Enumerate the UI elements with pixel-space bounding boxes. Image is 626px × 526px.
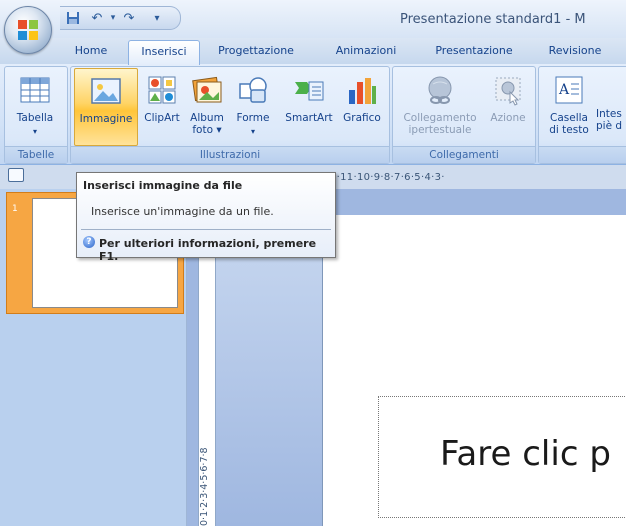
action-icon — [495, 77, 521, 106]
collegamento-label-2: ipertestuale — [408, 124, 472, 136]
tab-animazioni[interactable]: Animazioni — [326, 40, 406, 62]
tabella-label: Tabella — [16, 112, 54, 124]
clipart-label: ClipArt — [144, 112, 180, 124]
azione-button[interactable]: Azione — [486, 74, 530, 144]
redo-icon[interactable]: ↷ — [120, 9, 138, 27]
tabella-button[interactable]: Tabella ▾ — [8, 74, 62, 144]
title-placeholder-text: Fare clic p — [440, 434, 611, 474]
slide-number: 1 — [12, 204, 18, 214]
album-label: Album — [190, 112, 224, 124]
textbox-icon: A — [555, 76, 583, 104]
save-icon[interactable] — [64, 9, 82, 27]
shapes-icon — [239, 77, 267, 103]
collegamento-ipertestuale-button[interactable]: Collegamento ipertestuale — [396, 74, 484, 144]
casella-di-testo-button[interactable]: A Casella di testo — [544, 74, 594, 144]
window-title: Presentazione standard1 - M — [400, 12, 586, 27]
clipart-icon — [148, 76, 176, 104]
tooltip-title: Inserisci immagine da file — [83, 179, 243, 192]
grafico-button[interactable]: Grafico — [340, 74, 384, 144]
intestazione-label: Intes — [596, 108, 622, 120]
tooltip-separator — [81, 229, 331, 230]
intestazione-button[interactable]: Intes piè d — [596, 108, 626, 144]
group-illustrazioni-label: Illustrazioni — [71, 146, 389, 163]
intestazione-label-2: piè d — [596, 120, 623, 132]
picture-icon — [91, 78, 121, 104]
tab-progettazione[interactable]: Progettazione — [208, 40, 304, 62]
immagine-label: Immagine — [79, 113, 133, 125]
chevron-down-icon: ▾ — [250, 127, 255, 136]
smartart-button[interactable]: SmartArt — [280, 74, 338, 144]
vertical-ruler-marks: 0·1·2·3·4·5·6·7·8 — [199, 447, 210, 526]
chevron-down-icon: ▾ — [32, 127, 37, 136]
forme-label: Forme — [236, 112, 270, 124]
collegamento-label: Collegamento — [403, 112, 477, 124]
photo-album-icon — [192, 76, 222, 103]
office-logo-icon — [18, 20, 38, 40]
forme-button[interactable]: Forme ▾ — [232, 74, 274, 144]
hyperlink-globe-icon — [428, 76, 452, 104]
slides-tab-icon[interactable] — [8, 168, 24, 182]
office-button[interactable] — [4, 6, 52, 54]
group-collegamenti-label: Collegamenti — [393, 146, 535, 163]
svg-text:A: A — [558, 82, 570, 98]
album-foto-button[interactable]: Album foto ▾ — [186, 74, 228, 144]
tab-revisione[interactable]: Revisione — [540, 40, 610, 62]
horizontal-ruler: 2·11·10·9·8·7·6·5·4·3· — [330, 172, 445, 183]
grafico-label: Grafico — [343, 112, 381, 124]
smartart-icon — [295, 81, 324, 101]
customize-toolbar-icon[interactable]: ▾ — [148, 9, 166, 27]
album-label-2: foto ▾ — [192, 124, 222, 136]
smartart-label: SmartArt — [285, 112, 333, 124]
clipart-button[interactable]: ClipArt — [140, 74, 184, 144]
tab-home[interactable]: Home — [64, 40, 118, 62]
tooltip: Inserisci immagine da file Inserisce un'… — [76, 172, 336, 263]
tooltip-help: Per ulteriori informazioni, premere F1. — [99, 237, 317, 263]
immagine-button[interactable]: Immagine — [74, 68, 138, 146]
tooltip-description: Inserisce un'immagine da un file. — [91, 205, 274, 218]
group-tabelle-label: Tabelle — [5, 146, 67, 163]
tab-presentazione[interactable]: Presentazione — [424, 40, 524, 62]
group-testo-label — [539, 146, 626, 163]
casella-label-2: di testo — [549, 124, 589, 136]
help-icon: ? — [83, 236, 95, 248]
azione-label: Azione — [490, 112, 526, 124]
quick-access-toolbar: ↶ ▾ ↷ ▾ — [60, 6, 181, 30]
casella-label: Casella — [550, 112, 588, 124]
table-icon — [20, 77, 50, 103]
chart-icon — [349, 78, 376, 104]
tab-inserisci[interactable]: Inserisci — [128, 40, 200, 65]
